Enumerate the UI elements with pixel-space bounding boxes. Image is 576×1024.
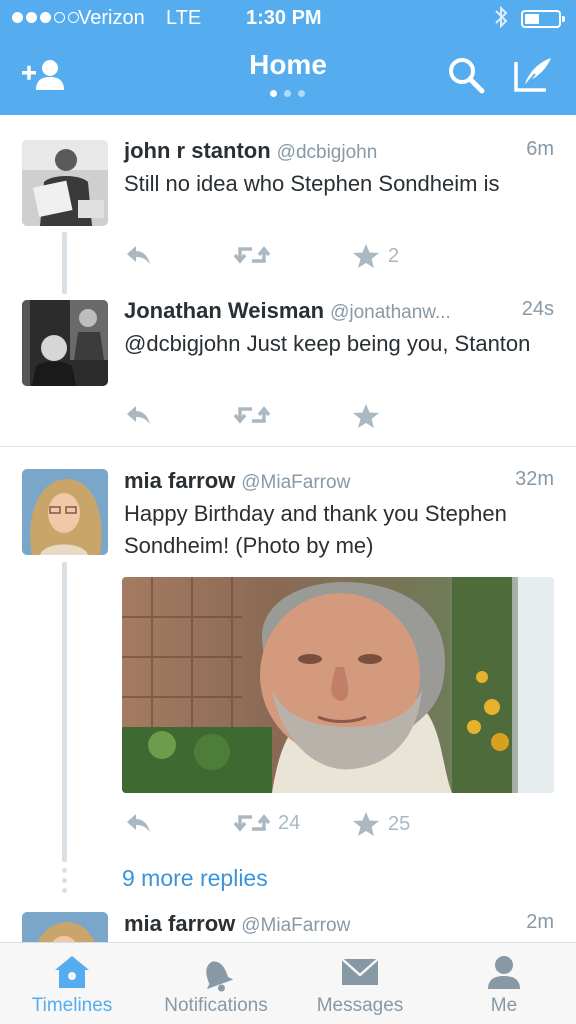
bluetooth-icon	[494, 4, 508, 36]
envelope-icon	[341, 958, 379, 985]
avatar[interactable]	[22, 300, 108, 386]
compose-icon	[514, 58, 551, 92]
more-replies-link[interactable]: 9 more replies	[122, 865, 268, 892]
favorite-count: 2	[388, 244, 400, 267]
search-button[interactable]	[446, 55, 486, 100]
tab-label: Messages	[316, 995, 404, 1016]
retweet-icon	[234, 406, 270, 424]
avatar[interactable]	[22, 140, 108, 226]
star-icon	[353, 812, 379, 836]
favorite-button[interactable]: 25	[352, 811, 410, 837]
bell-icon	[206, 961, 234, 992]
tweet-text: @dcbigjohn Just keep being you, Stanton	[124, 331, 531, 356]
author-name[interactable]: Jonathan Weisman	[124, 298, 324, 323]
tab-messages[interactable]: Messages	[288, 943, 432, 1024]
tab-label: Me	[490, 995, 518, 1016]
tweet-time: 24s	[521, 298, 554, 320]
search-icon	[449, 58, 485, 94]
timeline-feed[interactable]: john r stanton @dcbigjohn 6m Still no ide…	[0, 115, 576, 942]
retweet-button[interactable]: 24	[234, 811, 300, 835]
tweet-text: Happy Birthday and thank you Stephen Son…	[124, 501, 507, 558]
tweet-time: 2m	[526, 911, 554, 933]
thread-continuation-dots	[62, 868, 67, 898]
author-handle[interactable]: @jonathanw...	[330, 302, 451, 323]
tab-notifications[interactable]: Notifications	[144, 943, 288, 1024]
star-icon	[353, 404, 379, 428]
carrier-name: Verizon	[78, 7, 145, 29]
favorite-button[interactable]	[352, 403, 388, 429]
divider	[0, 446, 576, 447]
status-bar: Verizon LTE 1:30 PM	[0, 0, 576, 38]
tab-timelines[interactable]: Timelines	[0, 943, 144, 1024]
tweet-text: Still no idea who Stephen Sondheim is	[124, 171, 500, 196]
reply-icon	[127, 246, 150, 264]
reply-icon	[127, 814, 150, 832]
page-indicator	[270, 90, 305, 97]
status-time: 1:30 PM	[246, 7, 322, 29]
retweet-button[interactable]	[234, 403, 278, 427]
tab-bar: Timelines Notifications Messages Me	[0, 942, 576, 1024]
retweet-icon	[234, 246, 270, 264]
reply-button[interactable]	[124, 403, 152, 427]
author-name[interactable]: john r stanton	[124, 138, 271, 163]
top-bar: Verizon LTE 1:30 PM Home	[0, 0, 576, 115]
tab-label: Timelines	[31, 995, 113, 1016]
page-title: Home	[249, 49, 327, 80]
reply-icon	[127, 406, 150, 424]
thread-line	[62, 562, 67, 862]
reply-button[interactable]	[124, 243, 152, 267]
avatar[interactable]	[22, 469, 108, 555]
network-type: LTE	[166, 7, 202, 29]
signal-strength-icon	[12, 12, 79, 23]
favorite-count: 25	[388, 812, 411, 835]
tweet-photo[interactable]	[122, 577, 554, 793]
favorite-button[interactable]: 2	[352, 243, 399, 269]
compose-button[interactable]	[513, 54, 555, 99]
retweet-icon	[234, 814, 270, 832]
author-name[interactable]: mia farrow	[124, 468, 235, 493]
battery-icon	[521, 10, 565, 28]
person-icon	[488, 956, 520, 989]
author-name[interactable]: mia farrow	[124, 911, 235, 936]
tweet-time: 32m	[515, 468, 554, 490]
tab-label: Notifications	[164, 995, 268, 1016]
star-icon	[353, 244, 379, 268]
author-handle[interactable]: @dcbigjohn	[277, 142, 378, 163]
tweet-time: 6m	[526, 138, 554, 160]
home-icon	[55, 956, 89, 988]
tab-me[interactable]: Me	[432, 943, 576, 1024]
retweet-button[interactable]	[234, 243, 278, 267]
thread-line	[62, 232, 67, 294]
author-handle[interactable]: @MiaFarrow	[241, 472, 350, 493]
author-handle[interactable]: @MiaFarrow	[241, 915, 350, 936]
retweet-count: 24	[278, 811, 301, 834]
reply-button[interactable]	[124, 811, 152, 835]
avatar[interactable]	[22, 912, 108, 942]
